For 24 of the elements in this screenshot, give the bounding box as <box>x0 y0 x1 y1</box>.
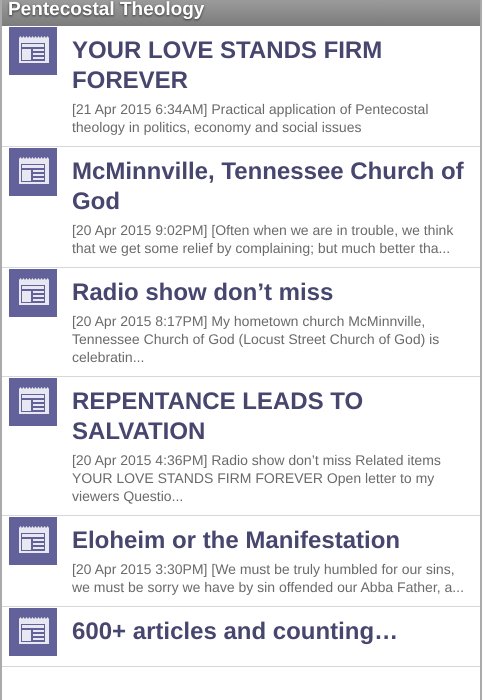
article-summary: [20 Apr 2015 4:36PM] Radio show don’t miss Related items YOUR LOVE STANDS FIRM FOREVER Open letter to my viewers Questio... <box>72 451 442 505</box>
article-item[interactable]: 600+ articles and counting… <box>2 607 480 667</box>
article-icon <box>9 27 57 75</box>
article-icon <box>9 378 57 426</box>
article-item[interactable]: Radio show don’t miss [20 Apr 2015 8:17PM] My hometown church McMinnville, Tennessee Church of God (Locust Street Church of God) is celebratin... <box>2 268 480 377</box>
article-item[interactable]: REPENTANCE LEADS TO SALVATION [20 Apr 2015 4:36PM] Radio show don’t miss Related items YOUR LOVE STANDS FIRM FOREVER Open letter to my viewers Questio... <box>2 377 480 516</box>
article-summary: [20 Apr 2015 8:17PM] My hometown church McMinnville, Tennessee Church of God (Locust Street Church of God) is celebratin... <box>72 312 440 366</box>
article-icon <box>9 269 57 317</box>
article-icon <box>9 608 57 656</box>
article-title: Radio show don’t miss <box>72 278 334 308</box>
article-summary: [20 Apr 2015 3:30PM] [We must be truly humbled for our sins, we must be sorry we have by sin offended our Abba Father, a... <box>72 560 465 596</box>
article-summary: [20 Apr 2015 9:02PM] [Often when we are in trouble, we think that we get some relief by complaining; but much better tha... <box>72 221 454 257</box>
app-title: Pentecostal Theology <box>8 0 204 21</box>
article-title: REPENTANCE LEADS TO SALVATION <box>72 387 364 447</box>
article-title: McMinnville, Tennessee Church of God <box>72 157 465 217</box>
article-item[interactable]: YOUR LOVE STANDS FIRM FOREVER [21 Apr 2015 6:34AM] Practical application of Pentecostal theology in politics, economy and social issues <box>2 26 480 147</box>
article-title: YOUR LOVE STANDS FIRM FOREVER <box>72 36 384 96</box>
article-item[interactable]: McMinnville, Tennessee Church of God [20 Apr 2015 9:02PM] [Often when we are in trouble, we think that we get some relief by complaining; but much better tha... <box>2 147 480 268</box>
article-item[interactable]: Eloheim or the Manifestation [20 Apr 2015 3:30PM] [We must be truly humbled for our sins, we must be sorry we have by sin offended our Abba Father, a... <box>2 516 480 607</box>
article-title: Eloheim or the Manifestation <box>72 526 402 556</box>
article-icon <box>9 517 57 565</box>
article-title: 600+ articles and counting… <box>72 617 398 647</box>
article-summary: [21 Apr 2015 6:34AM] Practical application of Pentecostal theology in politics, economy and social issues <box>72 100 430 136</box>
article-icon <box>9 148 57 196</box>
